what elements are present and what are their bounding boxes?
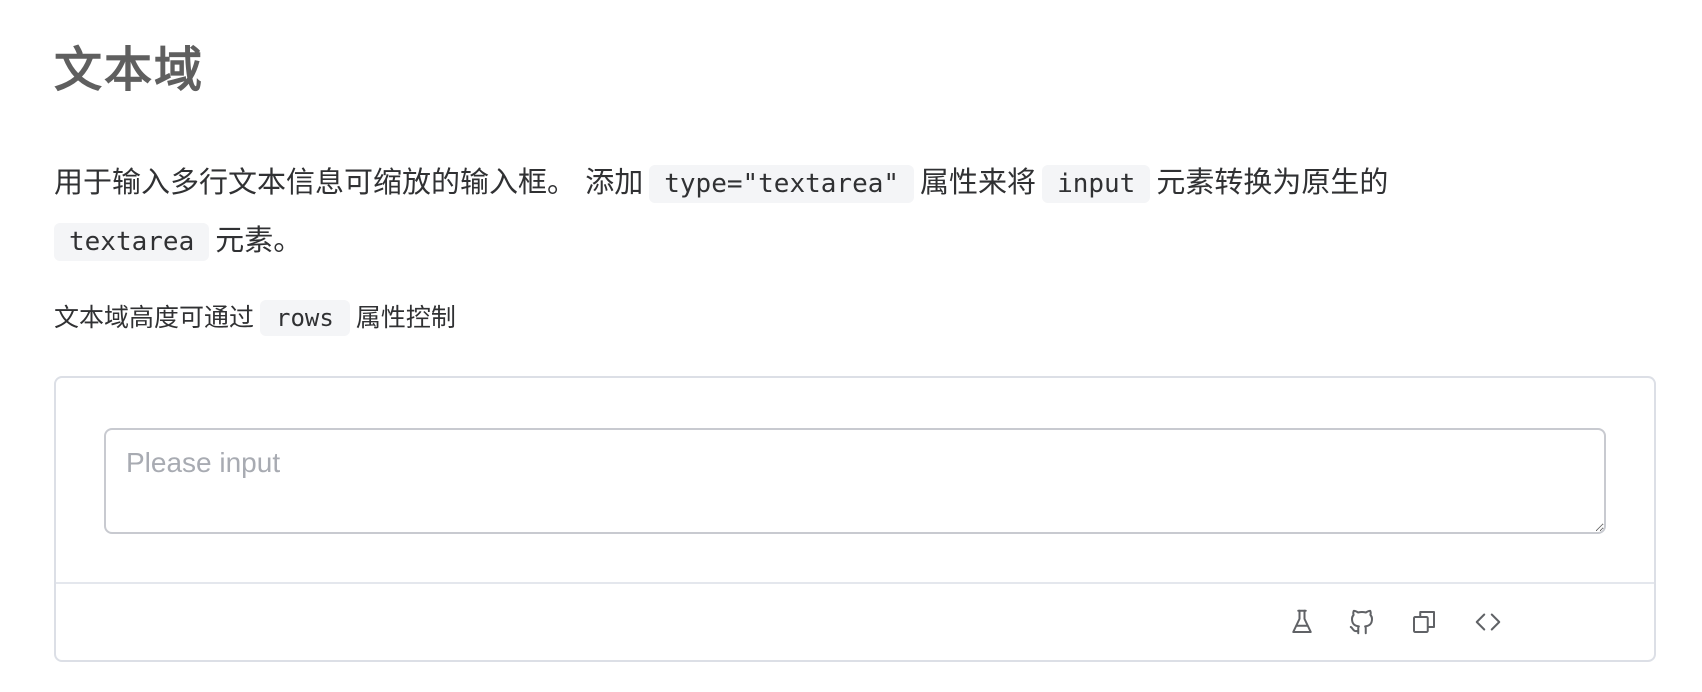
github-icon[interactable] <box>1342 602 1382 642</box>
textarea-wrapper <box>104 428 1606 534</box>
intro-text-4: 元素。 <box>215 223 303 257</box>
view-source-icon[interactable] <box>1468 602 1508 642</box>
intro-text-3: 元素转换为原生的 <box>1156 165 1389 199</box>
textarea-input[interactable] <box>104 428 1606 534</box>
code-rows: rows <box>260 300 350 336</box>
demo-preview <box>56 378 1654 582</box>
demo-block <box>54 376 1656 662</box>
demo-toolbar <box>56 584 1654 660</box>
page-title: 文本域 <box>54 42 205 98</box>
code-textarea: textarea <box>54 223 210 261</box>
intro-paragraph: 用于输入多行文本信息可缩放的输入框。 添加 type="textarea" 属性来将… <box>54 154 1658 270</box>
code-type-textarea: type="textarea" <box>649 165 915 203</box>
copy-icon[interactable] <box>1404 602 1444 642</box>
rows-note: 文本域高度可通过 rows 属性控制 <box>54 296 456 340</box>
intro-text-2: 属性来将 <box>920 165 1037 199</box>
playground-flask-icon[interactable] <box>1282 602 1322 642</box>
rows-note-text-1: 文本域高度可通过 <box>54 303 255 332</box>
code-input: input <box>1042 165 1151 203</box>
intro-text-1: 用于输入多行文本信息可缩放的输入框。 添加 <box>54 165 644 199</box>
rows-note-text-2: 属性控制 <box>355 303 456 332</box>
